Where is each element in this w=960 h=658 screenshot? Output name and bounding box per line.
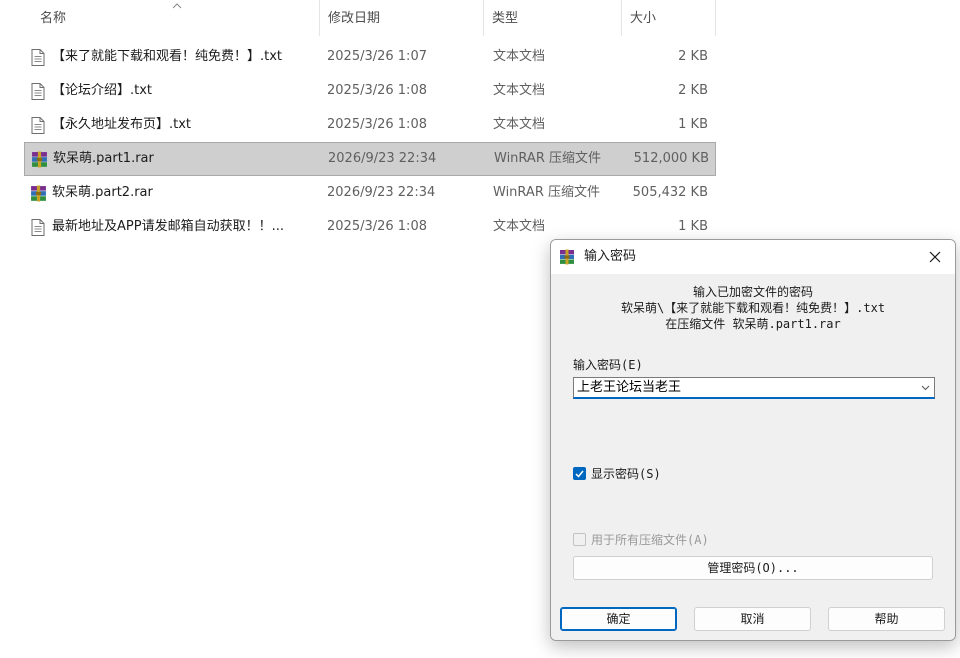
file-row[interactable]: 【永久地址发布页】.txt 2025/3/26 1:08 文本文档 1 KB [24,108,716,142]
column-header-row: 名称 修改日期 类型 大小 [24,0,716,36]
show-password-label: 显示密码(S) [591,467,661,481]
password-label: 输入密码(E) [573,358,643,372]
dialog-title: 输入密码 [584,249,637,264]
password-value[interactable]: 上老王论坛当老王 [577,378,681,398]
encrypted-file-info: 输入已加密文件的密码 软呆萌\【来了就能下载和观看！纯免费！】.txt 在压缩文… [551,284,955,332]
file-size: 2 KB [678,49,708,64]
file-type: WinRAR 压缩文件 [494,151,601,166]
show-password-checkbox[interactable] [573,467,586,480]
file-size: 2 KB [678,83,708,98]
info-line-prompt: 输入已加密文件的密码 [692,285,813,299]
winrar-archive-icon [28,176,48,210]
file-type: 文本文档 [493,117,546,132]
file-name: 软呆萌.part1.rar [53,151,154,166]
cancel-button[interactable]: 取消 [694,607,811,631]
help-button[interactable]: 帮助 [828,607,945,631]
info-line-archive: 在压缩文件 软呆萌.part1.rar [665,317,841,331]
show-password-checkbox-row[interactable]: 显示密码(S) [573,465,661,482]
text-file-icon [28,108,48,142]
file-list: 【来了就能下载和观看！纯免费！】.txt 2025/3/26 1:07 文本文档 2 … [24,40,716,244]
use-for-all-checkbox-row: 用于所有压缩文件(A) [573,531,709,548]
password-combo-input[interactable]: 上老王论坛当老王 [573,377,935,399]
use-for-all-checkbox [573,533,586,546]
winrar-app-icon [560,249,574,265]
file-date: 2025/3/26 1:08 [327,219,427,234]
use-for-all-label: 用于所有压缩文件(A) [591,533,709,547]
dialog-title-bar[interactable]: 输入密码 [551,240,955,274]
file-size: 512,000 KB [633,151,709,166]
close-button[interactable] [915,240,955,274]
file-row[interactable]: 【来了就能下载和观看！纯免费！】.txt 2025/3/26 1:07 文本文档 2 … [24,40,716,74]
file-name: 【永久地址发布页】.txt [52,117,192,132]
column-header-type[interactable]: 类型 [484,0,622,36]
info-line-file: 软呆萌\【来了就能下载和观看！纯免费！】.txt [620,301,886,315]
file-type: 文本文档 [493,49,546,64]
password-dialog: 输入密码 输入已加密文件的密码 软呆萌\【来了就能下载和观看！纯免费！】.txt… [550,239,956,641]
checkmark-icon [575,470,584,478]
file-name: 【论坛介绍】.txt [52,83,153,98]
file-name: 软呆萌.part2.rar [52,185,153,200]
sort-ascending-icon [172,3,182,9]
file-row[interactable]: 【论坛介绍】.txt 2025/3/26 1:08 文本文档 2 KB [24,74,716,108]
file-name: 最新地址及APP请发邮箱自动获取！！... [52,219,284,234]
file-date: 2025/3/26 1:08 [327,83,427,98]
file-row[interactable]: 软呆萌.part1.rar 2026/9/23 22:34 WinRAR 压缩文件 5… [24,142,716,176]
file-type: WinRAR 压缩文件 [493,185,600,200]
winrar-archive-icon [29,142,49,176]
file-date: 2026/9/23 22:34 [328,151,437,166]
file-date: 2026/9/23 22:34 [327,185,436,200]
chevron-down-icon[interactable] [918,378,932,398]
text-file-icon [28,40,48,74]
file-date: 2025/3/26 1:07 [327,49,427,64]
column-header-date[interactable]: 修改日期 [320,0,484,36]
file-date: 2025/3/26 1:08 [327,117,427,132]
file-size: 505,432 KB [632,185,708,200]
close-icon [929,251,941,263]
file-size: 1 KB [678,117,708,132]
manage-passwords-button[interactable]: 管理密码(O)... [573,556,933,580]
file-row[interactable]: 软呆萌.part2.rar 2026/9/23 22:34 WinRAR 压缩文件 5… [24,176,716,210]
ok-button[interactable]: 确定 [560,607,677,631]
file-name: 【来了就能下载和观看！纯免费！】.txt [52,49,283,64]
file-type: 文本文档 [493,83,546,98]
text-file-icon [28,210,48,244]
text-file-icon [28,74,48,108]
column-header-size[interactable]: 大小 [622,0,716,36]
